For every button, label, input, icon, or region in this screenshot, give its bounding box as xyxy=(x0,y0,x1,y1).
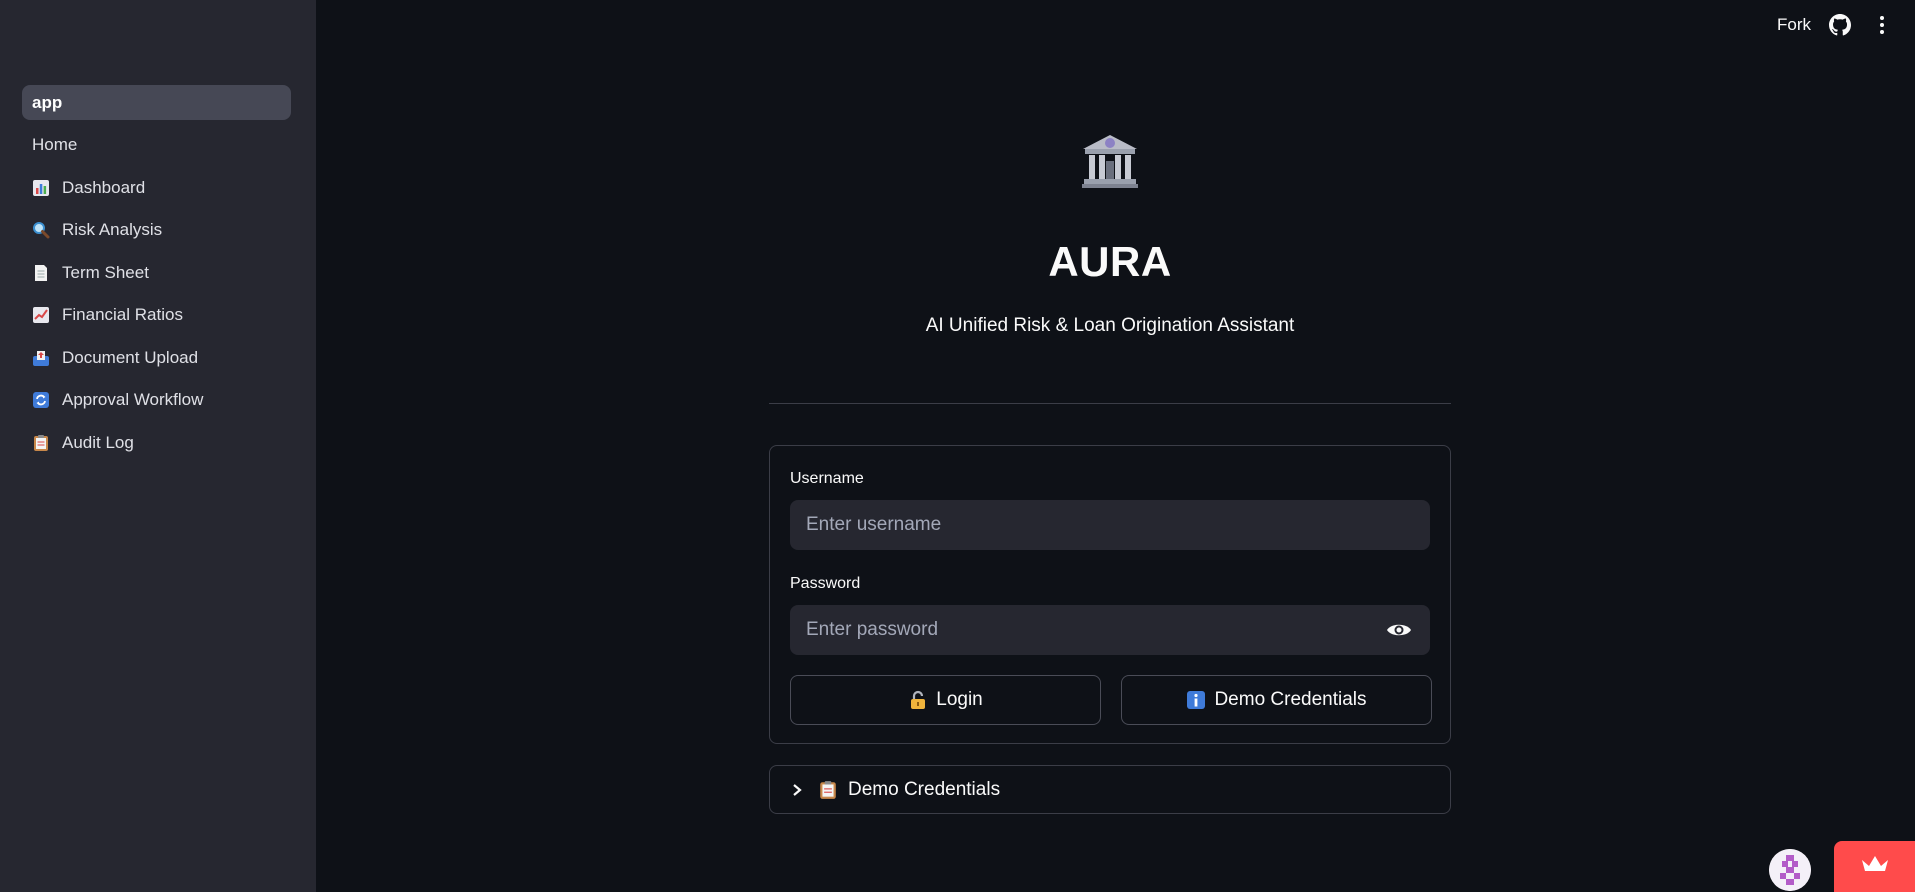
login-form: Username Enter username Password Enter p… xyxy=(769,445,1451,744)
sidebar-item-label: Dashboard xyxy=(62,177,146,197)
username-input[interactable]: Enter username xyxy=(790,500,1430,550)
sidebar-item-label: app xyxy=(32,92,63,112)
streamlit-badge[interactable] xyxy=(1834,841,1915,892)
expander-label: Demo Credentials xyxy=(848,778,1001,800)
password-input[interactable]: Enter password xyxy=(790,605,1430,655)
sidebar-item-risk-analysis[interactable]: Risk Analysis xyxy=(22,213,291,248)
demo-credentials-button[interactable]: Demo Credentials xyxy=(1121,675,1432,725)
sidebar-item-approval-workflow[interactable]: Approval Workflow xyxy=(22,383,291,418)
sidebar-item-audit-log[interactable]: Audit Log xyxy=(22,425,291,460)
sidebar-item-app[interactable]: app xyxy=(22,85,291,120)
sidebar: app Home Dashboard Risk Analysis Term Sh… xyxy=(0,0,316,892)
sidebar-item-label: Home xyxy=(32,135,78,154)
page-icon xyxy=(32,264,50,282)
outbox-icon xyxy=(32,349,50,367)
info-icon xyxy=(1186,690,1206,710)
sidebar-item-dashboard[interactable]: Dashboard xyxy=(22,170,291,205)
page-title: AURA xyxy=(1048,238,1172,285)
crown-icon xyxy=(1860,854,1890,879)
sidebar-item-document-upload[interactable]: Document Upload xyxy=(22,340,291,375)
username-label: Username xyxy=(790,470,864,487)
sidebar-item-label: Term Sheet xyxy=(62,262,149,282)
refresh-icon xyxy=(32,391,50,409)
lock-icon xyxy=(908,690,928,710)
magnifier-icon xyxy=(32,221,50,239)
clipboard-icon xyxy=(32,434,50,452)
sidebar-item-label: Risk Analysis xyxy=(62,220,163,239)
avatar[interactable] xyxy=(1769,849,1811,891)
login-button-label: Login xyxy=(936,689,983,710)
sidebar-item-home[interactable]: Home xyxy=(22,128,291,163)
clipboard-icon xyxy=(818,780,838,800)
divider xyxy=(769,403,1451,404)
chevron-right-icon xyxy=(792,783,802,797)
sidebar-item-label: Document Upload xyxy=(62,347,199,367)
password-placeholder: Enter password xyxy=(806,619,939,640)
demo-credentials-button-label: Demo Credentials xyxy=(1214,689,1367,710)
password-label: Password xyxy=(790,575,861,592)
sidebar-item-label: Financial Ratios xyxy=(62,305,183,324)
show-password-eye-icon[interactable] xyxy=(1386,619,1412,641)
sidebar-nav: app Home Dashboard Risk Analysis Term Sh… xyxy=(22,85,291,468)
username-placeholder: Enter username xyxy=(806,514,942,535)
sidebar-item-label: Approval Workflow xyxy=(62,390,204,409)
sidebar-item-term-sheet[interactable]: Term Sheet xyxy=(22,255,291,290)
demo-credentials-expander[interactable]: Demo Credentials xyxy=(769,765,1451,814)
sidebar-item-financial-ratios[interactable]: Financial Ratios xyxy=(22,298,291,333)
login-button[interactable]: Login xyxy=(790,675,1101,725)
trend-chart-icon xyxy=(32,306,50,324)
sidebar-item-label: Audit Log xyxy=(62,432,134,452)
bar-chart-icon xyxy=(32,179,50,197)
page-subtitle: AI Unified Risk & Loan Origination Assis… xyxy=(925,315,1295,336)
bank-building-icon xyxy=(769,133,1451,189)
main-area: AURA AI Unified Risk & Loan Origination … xyxy=(316,0,1915,892)
